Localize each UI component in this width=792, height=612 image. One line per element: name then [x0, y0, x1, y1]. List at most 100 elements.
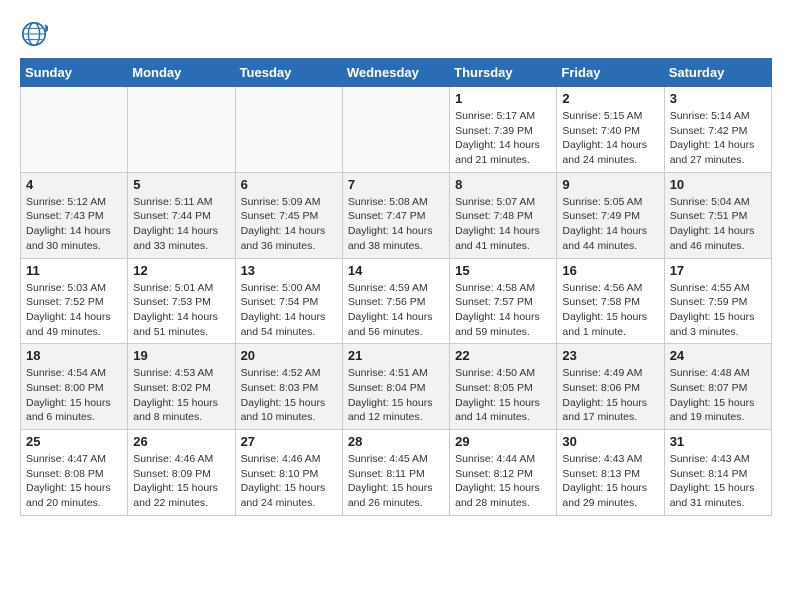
day-info: Sunrise: 4:56 AMSunset: 7:58 PMDaylight:…	[562, 281, 658, 340]
day-info: Sunrise: 4:58 AMSunset: 7:57 PMDaylight:…	[455, 281, 551, 340]
day-info: Sunrise: 5:04 AMSunset: 7:51 PMDaylight:…	[670, 195, 766, 254]
day-info: Sunrise: 5:07 AMSunset: 7:48 PMDaylight:…	[455, 195, 551, 254]
day-info: Sunrise: 4:45 AMSunset: 8:11 PMDaylight:…	[348, 452, 444, 511]
day-number: 6	[241, 177, 337, 192]
day-number: 24	[670, 348, 766, 363]
calendar-cell: 29 Sunrise: 4:44 AMSunset: 8:12 PMDayligh…	[450, 430, 557, 516]
day-info: Sunrise: 5:17 AMSunset: 7:39 PMDaylight:…	[455, 109, 551, 168]
day-number: 26	[133, 434, 229, 449]
day-info: Sunrise: 4:55 AMSunset: 7:59 PMDaylight:…	[670, 281, 766, 340]
day-number: 15	[455, 263, 551, 278]
day-number: 7	[348, 177, 444, 192]
calendar-cell: 7 Sunrise: 5:08 AMSunset: 7:47 PMDaylight…	[342, 172, 449, 258]
day-info: Sunrise: 5:14 AMSunset: 7:42 PMDaylight:…	[670, 109, 766, 168]
calendar-cell: 4 Sunrise: 5:12 AMSunset: 7:43 PMDaylight…	[21, 172, 128, 258]
calendar-cell: 3 Sunrise: 5:14 AMSunset: 7:42 PMDaylight…	[664, 87, 771, 173]
logo-icon	[20, 20, 48, 48]
calendar-cell: 2Sunrise: 5:15 AMSunset: 7:40 PMDaylight…	[557, 87, 664, 173]
day-info: Sunrise: 5:08 AMSunset: 7:47 PMDaylight:…	[348, 195, 444, 254]
day-number: 23	[562, 348, 658, 363]
calendar-week-row: 1 Sunrise: 5:17 AMSunset: 7:39 PMDaylight…	[21, 87, 772, 173]
day-info: Sunrise: 5:11 AMSunset: 7:44 PMDaylight:…	[133, 195, 229, 254]
calendar-week-row: 18Sunrise: 4:54 AMSunset: 8:00 PMDayligh…	[21, 344, 772, 430]
calendar-cell: 20 Sunrise: 4:52 AMSunset: 8:03 PMDayligh…	[235, 344, 342, 430]
day-number: 17	[670, 263, 766, 278]
calendar-cell: 9 Sunrise: 5:05 AMSunset: 7:49 PMDaylight…	[557, 172, 664, 258]
day-info: Sunrise: 5:03 AMSunset: 7:52 PMDaylight:…	[26, 281, 122, 340]
calendar-cell: 19 Sunrise: 4:53 AMSunset: 8:02 PMDayligh…	[128, 344, 235, 430]
day-number: 25	[26, 434, 122, 449]
day-number: 9	[562, 177, 658, 192]
calendar-header-thursday: Thursday	[450, 59, 557, 87]
day-info: Sunrise: 5:00 AMSunset: 7:54 PMDaylight:…	[241, 281, 337, 340]
calendar-cell: 25Sunrise: 4:47 AMSunset: 8:08 PMDayligh…	[21, 430, 128, 516]
calendar-cell	[235, 87, 342, 173]
calendar-cell: 28Sunrise: 4:45 AMSunset: 8:11 PMDayligh…	[342, 430, 449, 516]
day-info: Sunrise: 4:46 AMSunset: 8:09 PMDaylight:…	[133, 452, 229, 511]
day-number: 8	[455, 177, 551, 192]
day-info: Sunrise: 5:12 AMSunset: 7:43 PMDaylight:…	[26, 195, 122, 254]
day-info: Sunrise: 4:59 AMSunset: 7:56 PMDaylight:…	[348, 281, 444, 340]
day-number: 19	[133, 348, 229, 363]
calendar-cell	[21, 87, 128, 173]
calendar-cell: 18Sunrise: 4:54 AMSunset: 8:00 PMDayligh…	[21, 344, 128, 430]
calendar-week-row: 4 Sunrise: 5:12 AMSunset: 7:43 PMDaylight…	[21, 172, 772, 258]
day-info: Sunrise: 5:01 AMSunset: 7:53 PMDaylight:…	[133, 281, 229, 340]
day-number: 4	[26, 177, 122, 192]
calendar-week-row: 25Sunrise: 4:47 AMSunset: 8:08 PMDayligh…	[21, 430, 772, 516]
calendar-cell: 30 Sunrise: 4:43 AMSunset: 8:13 PMDayligh…	[557, 430, 664, 516]
day-info: Sunrise: 5:15 AMSunset: 7:40 PMDaylight:…	[562, 109, 658, 168]
calendar-cell: 21Sunrise: 4:51 AMSunset: 8:04 PMDayligh…	[342, 344, 449, 430]
calendar-cell: 23 Sunrise: 4:49 AMSunset: 8:06 PMDayligh…	[557, 344, 664, 430]
calendar-cell: 10 Sunrise: 5:04 AMSunset: 7:51 PMDayligh…	[664, 172, 771, 258]
day-number: 3	[670, 91, 766, 106]
day-info: Sunrise: 4:54 AMSunset: 8:00 PMDaylight:…	[26, 366, 122, 425]
day-info: Sunrise: 5:05 AMSunset: 7:49 PMDaylight:…	[562, 195, 658, 254]
day-info: Sunrise: 4:43 AMSunset: 8:13 PMDaylight:…	[562, 452, 658, 511]
calendar-cell: 26 Sunrise: 4:46 AMSunset: 8:09 PMDayligh…	[128, 430, 235, 516]
calendar-cell: 16 Sunrise: 4:56 AMSunset: 7:58 PMDayligh…	[557, 258, 664, 344]
day-number: 5	[133, 177, 229, 192]
day-number: 1	[455, 91, 551, 106]
day-number: 22	[455, 348, 551, 363]
calendar-cell: 11 Sunrise: 5:03 AMSunset: 7:52 PMDayligh…	[21, 258, 128, 344]
day-number: 29	[455, 434, 551, 449]
day-info: Sunrise: 4:53 AMSunset: 8:02 PMDaylight:…	[133, 366, 229, 425]
day-info: Sunrise: 5:09 AMSunset: 7:45 PMDaylight:…	[241, 195, 337, 254]
day-number: 12	[133, 263, 229, 278]
day-number: 11	[26, 263, 122, 278]
day-info: Sunrise: 4:51 AMSunset: 8:04 PMDaylight:…	[348, 366, 444, 425]
day-info: Sunrise: 4:49 AMSunset: 8:06 PMDaylight:…	[562, 366, 658, 425]
day-number: 30	[562, 434, 658, 449]
calendar-cell: 8 Sunrise: 5:07 AMSunset: 7:48 PMDaylight…	[450, 172, 557, 258]
day-info: Sunrise: 4:46 AMSunset: 8:10 PMDaylight:…	[241, 452, 337, 511]
calendar-cell: 31Sunrise: 4:43 AMSunset: 8:14 PMDayligh…	[664, 430, 771, 516]
day-number: 13	[241, 263, 337, 278]
calendar-cell	[128, 87, 235, 173]
day-number: 20	[241, 348, 337, 363]
calendar-header-monday: Monday	[128, 59, 235, 87]
calendar-cell: 12 Sunrise: 5:01 AMSunset: 7:53 PMDayligh…	[128, 258, 235, 344]
calendar-cell: 17 Sunrise: 4:55 AMSunset: 7:59 PMDayligh…	[664, 258, 771, 344]
day-number: 16	[562, 263, 658, 278]
day-number: 14	[348, 263, 444, 278]
day-info: Sunrise: 4:44 AMSunset: 8:12 PMDaylight:…	[455, 452, 551, 511]
calendar-header-sunday: Sunday	[21, 59, 128, 87]
calendar-header-saturday: Saturday	[664, 59, 771, 87]
calendar: SundayMondayTuesdayWednesdayThursdayFrid…	[20, 58, 772, 516]
calendar-cell: 15 Sunrise: 4:58 AMSunset: 7:57 PMDayligh…	[450, 258, 557, 344]
day-info: Sunrise: 4:48 AMSunset: 8:07 PMDaylight:…	[670, 366, 766, 425]
calendar-cell	[342, 87, 449, 173]
logo	[20, 20, 52, 48]
calendar-cell: 13 Sunrise: 5:00 AMSunset: 7:54 PMDayligh…	[235, 258, 342, 344]
day-info: Sunrise: 4:50 AMSunset: 8:05 PMDaylight:…	[455, 366, 551, 425]
calendar-cell: 27 Sunrise: 4:46 AMSunset: 8:10 PMDayligh…	[235, 430, 342, 516]
calendar-cell: 6 Sunrise: 5:09 AMSunset: 7:45 PMDaylight…	[235, 172, 342, 258]
calendar-week-row: 11 Sunrise: 5:03 AMSunset: 7:52 PMDayligh…	[21, 258, 772, 344]
header	[20, 16, 772, 48]
day-info: Sunrise: 4:52 AMSunset: 8:03 PMDaylight:…	[241, 366, 337, 425]
calendar-header-row: SundayMondayTuesdayWednesdayThursdayFrid…	[21, 59, 772, 87]
day-number: 10	[670, 177, 766, 192]
day-number: 27	[241, 434, 337, 449]
calendar-cell: 5 Sunrise: 5:11 AMSunset: 7:44 PMDaylight…	[128, 172, 235, 258]
